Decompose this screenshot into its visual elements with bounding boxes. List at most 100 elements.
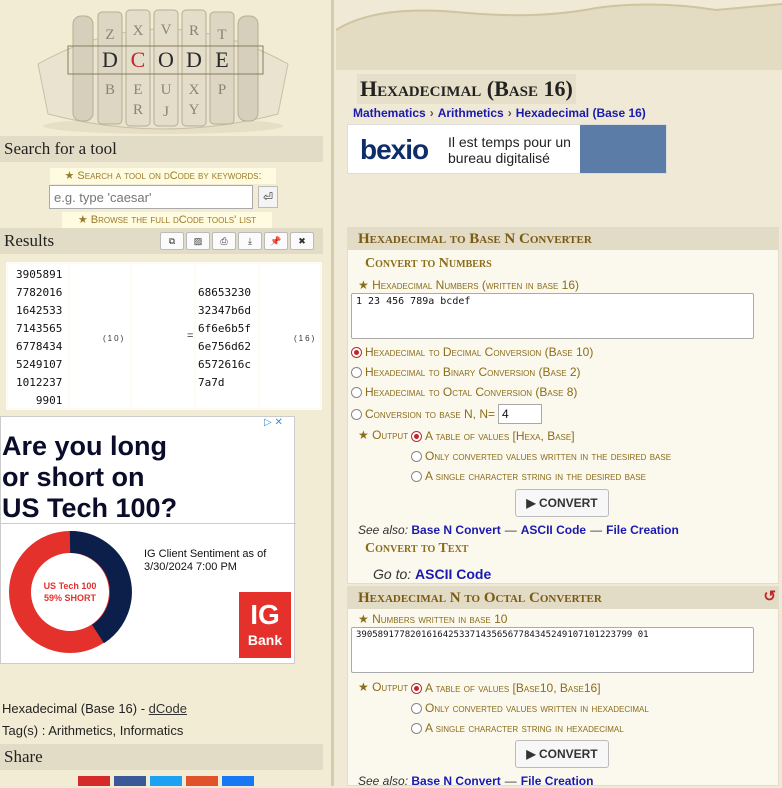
option-octal[interactable]: Hexadecimal to Octal Conversion (Base 8) bbox=[351, 385, 577, 399]
svg-text:X: X bbox=[133, 23, 144, 39]
output-single-string[interactable]: A single character string in the desired… bbox=[411, 469, 646, 483]
ig-logo-text: IG bbox=[250, 599, 280, 630]
search-input[interactable] bbox=[49, 185, 253, 209]
see-also-file-creation[interactable]: File Creation bbox=[606, 523, 679, 537]
svg-text:V: V bbox=[161, 22, 172, 38]
result-hex-cell: 68653230 32347b6d 6f6e6b5f 6e756d62 6572… bbox=[196, 264, 258, 408]
base-n-input[interactable]: 4 bbox=[498, 404, 542, 424]
base10-numbers-input[interactable]: 3905891778201616425337143565677843452491… bbox=[351, 627, 754, 673]
option-base-n-radio[interactable] bbox=[351, 408, 362, 420]
twitter-icon[interactable] bbox=[150, 776, 182, 786]
column-divider bbox=[331, 0, 334, 786]
svg-text:X: X bbox=[189, 82, 200, 98]
svg-text:E: E bbox=[133, 82, 142, 98]
output-string-radio[interactable] bbox=[411, 470, 422, 482]
output-table-radio[interactable] bbox=[411, 430, 422, 442]
convert-button-2[interactable]: ▶ CONVERT bbox=[515, 740, 609, 768]
option-octal-label: Hexadecimal to Octal Conversion (Base 8) bbox=[365, 385, 578, 399]
copy-result-button[interactable]: ⧉ bbox=[160, 232, 184, 250]
option-octal-radio[interactable] bbox=[351, 386, 362, 398]
svg-text:U: U bbox=[161, 82, 172, 98]
reddit-icon[interactable] bbox=[186, 776, 218, 786]
hex-numbers-label: ★ Hexadecimal Numbers (written in base 1… bbox=[358, 278, 580, 292]
close-result-button[interactable]: ✖ bbox=[290, 232, 314, 250]
svg-text:Z: Z bbox=[105, 27, 114, 43]
output2-string-radio[interactable] bbox=[411, 722, 422, 734]
page-caption: Hexadecimal (Base 16) - dCode bbox=[2, 701, 187, 716]
see-also-line: See also: Base N Convert — ASCII Code — File… bbox=[358, 523, 679, 537]
output-label-2: ★ Output bbox=[358, 680, 409, 694]
breadcrumb-arithmetics[interactable]: Arithmetics bbox=[438, 106, 504, 120]
output-label: ★ Output bbox=[358, 428, 409, 442]
svg-text:R: R bbox=[133, 102, 143, 118]
search-section-title: Search for a tool bbox=[0, 136, 323, 162]
goto-line: Go to: ASCII Code bbox=[373, 566, 491, 582]
donut-label: US Tech 100 bbox=[44, 581, 97, 591]
output-values-only[interactable]: Only converted values written in the des… bbox=[411, 449, 671, 463]
result-base10-label: (10) bbox=[103, 334, 126, 343]
output2-values-only[interactable]: Only converted values written in hexadec… bbox=[411, 701, 649, 715]
dcode-home-link[interactable]: dCode bbox=[149, 701, 187, 716]
output-string-label: A single character string in the desired… bbox=[425, 469, 646, 483]
ad-choices-icon[interactable]: ▷ ✕ bbox=[264, 417, 283, 428]
convert-button[interactable]: ▶ CONVERT bbox=[515, 489, 609, 517]
see-also-base-n[interactable]: Base N Convert bbox=[411, 523, 500, 537]
facebook-icon[interactable] bbox=[114, 776, 146, 786]
messenger-icon[interactable] bbox=[222, 776, 254, 786]
result-toolbar: ⧉ ▨ ⎙ ⤓ 📌 ✖ bbox=[160, 232, 314, 250]
ig-bank-logo: IG Bank bbox=[239, 592, 291, 658]
advertisement-bexio[interactable]: bexio Il est temps pour un bureau digita… bbox=[347, 124, 667, 174]
svg-text:T: T bbox=[217, 27, 226, 43]
result-base16-label: (16) bbox=[294, 334, 317, 343]
tool2-title: Hexadecimal N to Octal Converter bbox=[358, 590, 602, 606]
option-base-n[interactable]: Conversion to base N, N= 4 bbox=[351, 404, 542, 424]
share-section-title: Share bbox=[0, 744, 323, 770]
result-table: 3905891 7782016 1642533 7143565 6778434 … bbox=[6, 262, 322, 410]
share-icons bbox=[78, 776, 254, 786]
hex-numbers-input[interactable]: 1 23 456 789a bcdef bbox=[351, 293, 754, 339]
output2-table-radio[interactable] bbox=[411, 682, 422, 694]
result-decimal-values: 3905891 7782016 1642533 7143565 6778434 … bbox=[16, 268, 63, 407]
browse-tools-link[interactable]: ★ Browse the full dCode tools' list bbox=[62, 212, 272, 228]
search-submit-button[interactable]: ⏎ bbox=[258, 186, 278, 208]
output2-single-string[interactable]: A single character string in hexadecimal bbox=[411, 721, 624, 735]
hex-to-base-n-tool: Hexadecimal to Base N Converter Convert … bbox=[347, 227, 779, 584]
svg-text:C: C bbox=[131, 47, 146, 72]
search-tool-link[interactable]: ★ Search a tool on dCode by keywords: bbox=[50, 168, 276, 184]
print-button[interactable]: ⎙ bbox=[212, 232, 236, 250]
output-values-radio[interactable] bbox=[411, 450, 422, 462]
copy-image-button[interactable]: ▨ bbox=[186, 232, 210, 250]
option-decimal-radio[interactable] bbox=[351, 346, 362, 358]
reset-icon[interactable]: ↺ bbox=[763, 586, 776, 608]
svg-text:O: O bbox=[158, 47, 174, 72]
output2-values-label: Only converted values written in hexadec… bbox=[425, 701, 649, 715]
tool1-title: Hexadecimal to Base N Converter bbox=[348, 228, 778, 250]
output-table-label: A table of values [Hexa, Base] bbox=[425, 429, 575, 443]
share-plus-icon[interactable] bbox=[78, 776, 110, 786]
breadcrumb-hexadecimal[interactable]: Hexadecimal (Base 16) bbox=[516, 106, 646, 120]
breadcrumb: Mathematics › Arithmetics › Hexadecimal (Bas… bbox=[353, 106, 646, 120]
ad-top-text: Il est temps pour un bureau digitalisé bbox=[448, 134, 571, 166]
download-button[interactable]: ⤓ bbox=[238, 232, 262, 250]
output-table[interactable]: A table of values [Hexa, Base] bbox=[411, 429, 575, 443]
goto-ascii-link[interactable]: ASCII Code bbox=[415, 566, 491, 582]
caption-text: Hexadecimal (Base 16) - bbox=[2, 701, 149, 716]
convert-to-text-heading: Convert to Text bbox=[365, 541, 469, 556]
output2-values-radio[interactable] bbox=[411, 702, 422, 714]
option-decimal[interactable]: Hexadecimal to Decimal Conversion (Base … bbox=[351, 345, 593, 359]
left-sidebar: DC ODE ZXVRT BEUXP RJY Search for a tool… bbox=[0, 0, 334, 786]
breadcrumb-mathematics[interactable]: Mathematics bbox=[353, 106, 426, 120]
advertisement-ig[interactable]: Are you long or short on US Tech 100? US… bbox=[0, 416, 296, 664]
output2-table[interactable]: A table of values [Base10, Base16] bbox=[411, 681, 601, 695]
ig-logo-sub: Bank bbox=[247, 632, 283, 648]
option-binary-radio[interactable] bbox=[351, 366, 362, 378]
see-also-ascii[interactable]: ASCII Code bbox=[521, 523, 586, 537]
svg-text:B: B bbox=[105, 82, 115, 98]
donut-value: 59% SHORT bbox=[44, 593, 97, 603]
pin-button[interactable]: 📌 bbox=[264, 232, 288, 250]
option-binary[interactable]: Hexadecimal to Binary Conversion (Base 2… bbox=[351, 365, 581, 379]
option-decimal-label: Hexadecimal to Decimal Conversion (Base … bbox=[365, 345, 594, 359]
result-decimal-cell: 3905891 7782016 1642533 7143565 6778434 … bbox=[8, 264, 68, 408]
dcode-logo[interactable]: DC ODE ZXVRT BEUXP RJY bbox=[28, 4, 298, 134]
ad-headline: Are you long or short on US Tech 100? bbox=[2, 431, 178, 523]
